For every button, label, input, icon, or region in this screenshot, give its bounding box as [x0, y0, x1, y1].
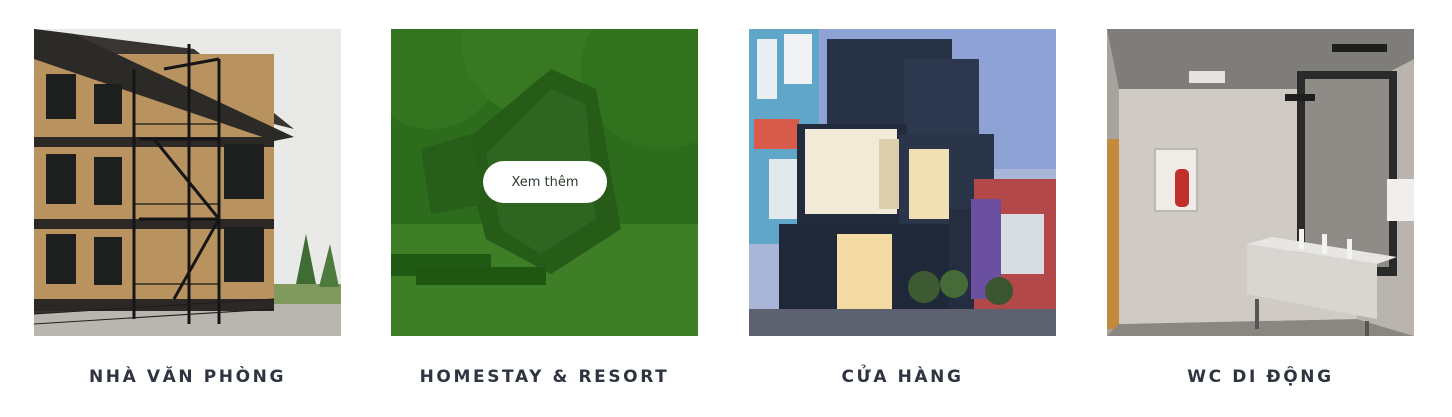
category-card-store[interactable]: CỬA HÀNG — [749, 29, 1056, 404]
category-card-homestay-resort[interactable]: Xem thêm HOMESTAY & RESORT — [391, 29, 698, 404]
category-title[interactable]: HOMESTAY & RESORT — [361, 367, 728, 387]
homestay-resort-image[interactable]: Xem thêm — [391, 29, 698, 336]
category-card-office[interactable]: NHÀ VĂN PHÒNG — [34, 29, 341, 404]
category-title[interactable]: CỬA HÀNG — [719, 367, 1086, 387]
mobile-toilet-image[interactable] — [1107, 29, 1414, 336]
see-more-button[interactable]: Xem thêm — [483, 161, 607, 203]
category-card-mobile-wc[interactable]: WC DI ĐỘNG — [1107, 29, 1414, 404]
product-category-grid: NHÀ VĂN PHÒNG Xem thêm HOMESTAY & RESORT… — [0, 0, 1452, 417]
office-building-image[interactable] — [34, 29, 341, 336]
category-title[interactable]: NHÀ VĂN PHÒNG — [4, 367, 371, 387]
category-title[interactable]: WC DI ĐỘNG — [1077, 367, 1444, 387]
container-store-image[interactable] — [749, 29, 1056, 336]
